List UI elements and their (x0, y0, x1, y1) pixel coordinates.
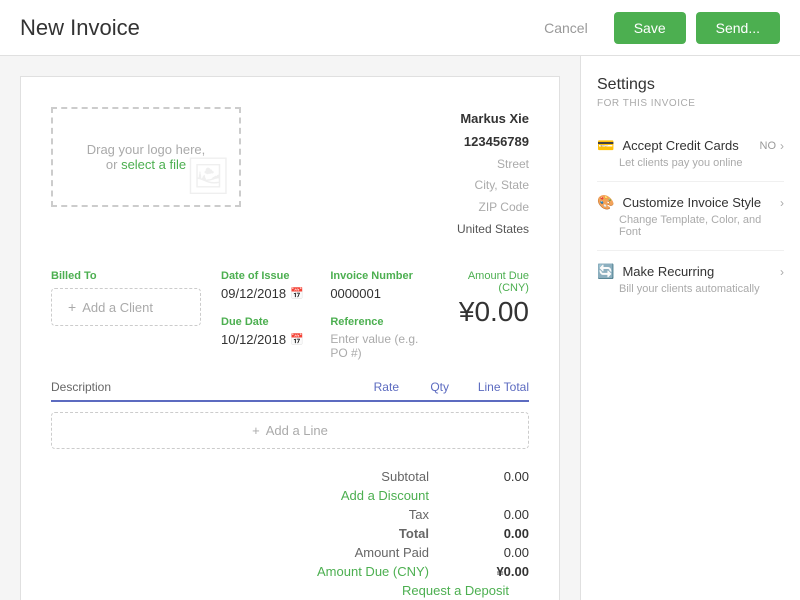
date-of-issue-label: Date of Issue (221, 270, 310, 282)
due-date-label: Due Date (221, 316, 310, 328)
client-name: Markus Xie (457, 107, 529, 130)
cancel-button[interactable]: Cancel (528, 12, 604, 44)
setting-left-invoice-style: 🎨 Customize Invoice Style (597, 194, 761, 211)
setting-item-make-recurring[interactable]: 🔄 Make Recurring › Bill your clients aut… (597, 251, 784, 307)
calendar-icon-due: 📅 (290, 333, 304, 346)
totals-section: Subtotal 0.00 Add a Discount Tax 0.00 To… (51, 469, 529, 598)
client-street: Street (457, 154, 529, 176)
date-of-issue-value[interactable]: 09/12/2018 📅 (221, 286, 310, 301)
setting-header-make-recurring: 🔄 Make Recurring › (597, 263, 784, 280)
logo-watermark-icon: 🖼 (185, 155, 231, 197)
setting-desc-invoice-style: Change Template, Color, and Font (619, 214, 784, 238)
total-label: Total (299, 526, 449, 541)
chevron-right-icon-credit-cards: › (780, 139, 784, 153)
final-amount-due-label: Amount Due (CNY) (299, 564, 449, 579)
setting-desc-credit-cards: Let clients pay you online (619, 157, 784, 169)
tax-label: Tax (299, 507, 449, 522)
calendar-icon-issue: 📅 (290, 287, 304, 300)
settings-title: Settings (597, 76, 784, 94)
subtotal-value: 0.00 (449, 469, 529, 484)
client-zip: ZIP Code (457, 197, 529, 219)
page-title: New Invoice (20, 15, 528, 41)
setting-name-credit-cards: Accept Credit Cards (622, 138, 738, 153)
invoice-number-label: Invoice Number (330, 270, 419, 282)
setting-item-credit-cards[interactable]: 💳 Accept Credit Cards NO › Let clients p… (597, 125, 784, 182)
client-phone: 123456789 (457, 130, 529, 153)
invoice-area: Drag your logo here, or select a file 🖼 … (0, 56, 580, 600)
credit-cards-badge: NO (760, 140, 777, 152)
select-file-link[interactable]: select a file (121, 157, 186, 172)
total-value: 0.00 (449, 526, 529, 541)
chevron-right-icon-make-recurring: › (780, 265, 784, 279)
setting-header-invoice-style: 🎨 Customize Invoice Style › (597, 194, 784, 211)
logo-or-text: or select a file (106, 157, 186, 172)
add-line-text: Add a Line (266, 423, 328, 438)
amount-due-col: Amount Due (CNY) ¥0.00 (440, 270, 529, 360)
subtotal-label: Subtotal (299, 469, 449, 484)
billing-row: Billed To + Add a Client Date of Issue 0… (51, 270, 529, 360)
client-country: United States (457, 219, 529, 241)
amount-due-value: ¥0.00 (440, 296, 529, 328)
recurring-icon: 🔄 (597, 263, 614, 280)
amount-paid-label: Amount Paid (299, 545, 449, 560)
setting-name-make-recurring: Make Recurring (622, 264, 714, 279)
client-city-state: City, State (457, 175, 529, 197)
col-rate-header: Rate (319, 380, 399, 394)
subtotal-row: Subtotal 0.00 (51, 469, 529, 484)
total-row: Total 0.00 (51, 526, 529, 541)
invoice-paper: Drag your logo here, or select a file 🖼 … (20, 76, 560, 600)
logo-section: Drag your logo here, or select a file 🖼 … (51, 107, 529, 240)
col-total-header: Line Total (449, 380, 529, 394)
col-qty-header: Qty (399, 380, 449, 394)
credit-card-icon: 💳 (597, 137, 614, 154)
plus-icon: + (68, 299, 76, 315)
amount-paid-row: Amount Paid 0.00 (51, 545, 529, 560)
amount-paid-value: 0.00 (449, 545, 529, 560)
col-description-header: Description (51, 380, 319, 394)
line-items-header: Description Rate Qty Line Total (51, 380, 529, 402)
invoice-number-col: Invoice Number 0000001 Reference Enter v… (330, 270, 419, 360)
client-info-right: Markus Xie 123456789 Street City, State … (457, 107, 529, 240)
discount-row: Add a Discount (51, 488, 529, 503)
send-button[interactable]: Send... (696, 12, 780, 44)
setting-right-credit-cards: NO › (760, 139, 785, 153)
date-of-issue-col: Date of Issue 09/12/2018 📅 Due Date 10/1… (221, 270, 310, 360)
setting-left-make-recurring: 🔄 Make Recurring (597, 263, 714, 280)
add-line-button[interactable]: + Add a Line (51, 412, 529, 449)
tax-value: 0.00 (449, 507, 529, 522)
billed-to-label: Billed To (51, 270, 201, 282)
chevron-right-icon-invoice-style: › (780, 196, 784, 210)
reference-label: Reference (330, 316, 419, 328)
add-line-plus-icon: + (252, 423, 260, 438)
discount-value (449, 488, 529, 503)
tax-row: Tax 0.00 (51, 507, 529, 522)
amount-due-label: Amount Due (CNY) (440, 270, 529, 294)
final-amount-due-row: Amount Due (CNY) ¥0.00 (51, 564, 529, 579)
header: New Invoice Cancel Save Send... (0, 0, 800, 56)
billed-to-col: Billed To + Add a Client (51, 270, 201, 360)
setting-desc-make-recurring: Bill your clients automatically (619, 283, 784, 295)
main-layout: Drag your logo here, or select a file 🖼 … (0, 56, 800, 600)
palette-icon: 🎨 (597, 194, 614, 211)
setting-header-credit-cards: 💳 Accept Credit Cards NO › (597, 137, 784, 154)
logo-drop-zone[interactable]: Drag your logo here, or select a file 🖼 (51, 107, 241, 207)
request-deposit-link[interactable]: Request a Deposit (402, 583, 529, 598)
setting-item-invoice-style[interactable]: 🎨 Customize Invoice Style › Change Templ… (597, 182, 784, 251)
header-actions: Cancel Save Send... (528, 12, 780, 44)
settings-subtitle: FOR THIS INVOICE (597, 98, 784, 109)
reference-input[interactable]: Enter value (e.g. PO #) (330, 332, 419, 360)
due-date-value[interactable]: 10/12/2018 📅 (221, 332, 310, 347)
final-amount-due-value: ¥0.00 (449, 564, 529, 579)
save-button[interactable]: Save (614, 12, 686, 44)
add-client-text: Add a Client (82, 300, 153, 315)
add-discount-link[interactable]: Add a Discount (299, 488, 449, 503)
add-client-button[interactable]: + Add a Client (51, 288, 201, 326)
invoice-number-value[interactable]: 0000001 (330, 286, 419, 301)
setting-left-credit-cards: 💳 Accept Credit Cards (597, 137, 739, 154)
settings-sidebar: Settings FOR THIS INVOICE 💳 Accept Credi… (580, 56, 800, 600)
setting-name-invoice-style: Customize Invoice Style (622, 195, 761, 210)
